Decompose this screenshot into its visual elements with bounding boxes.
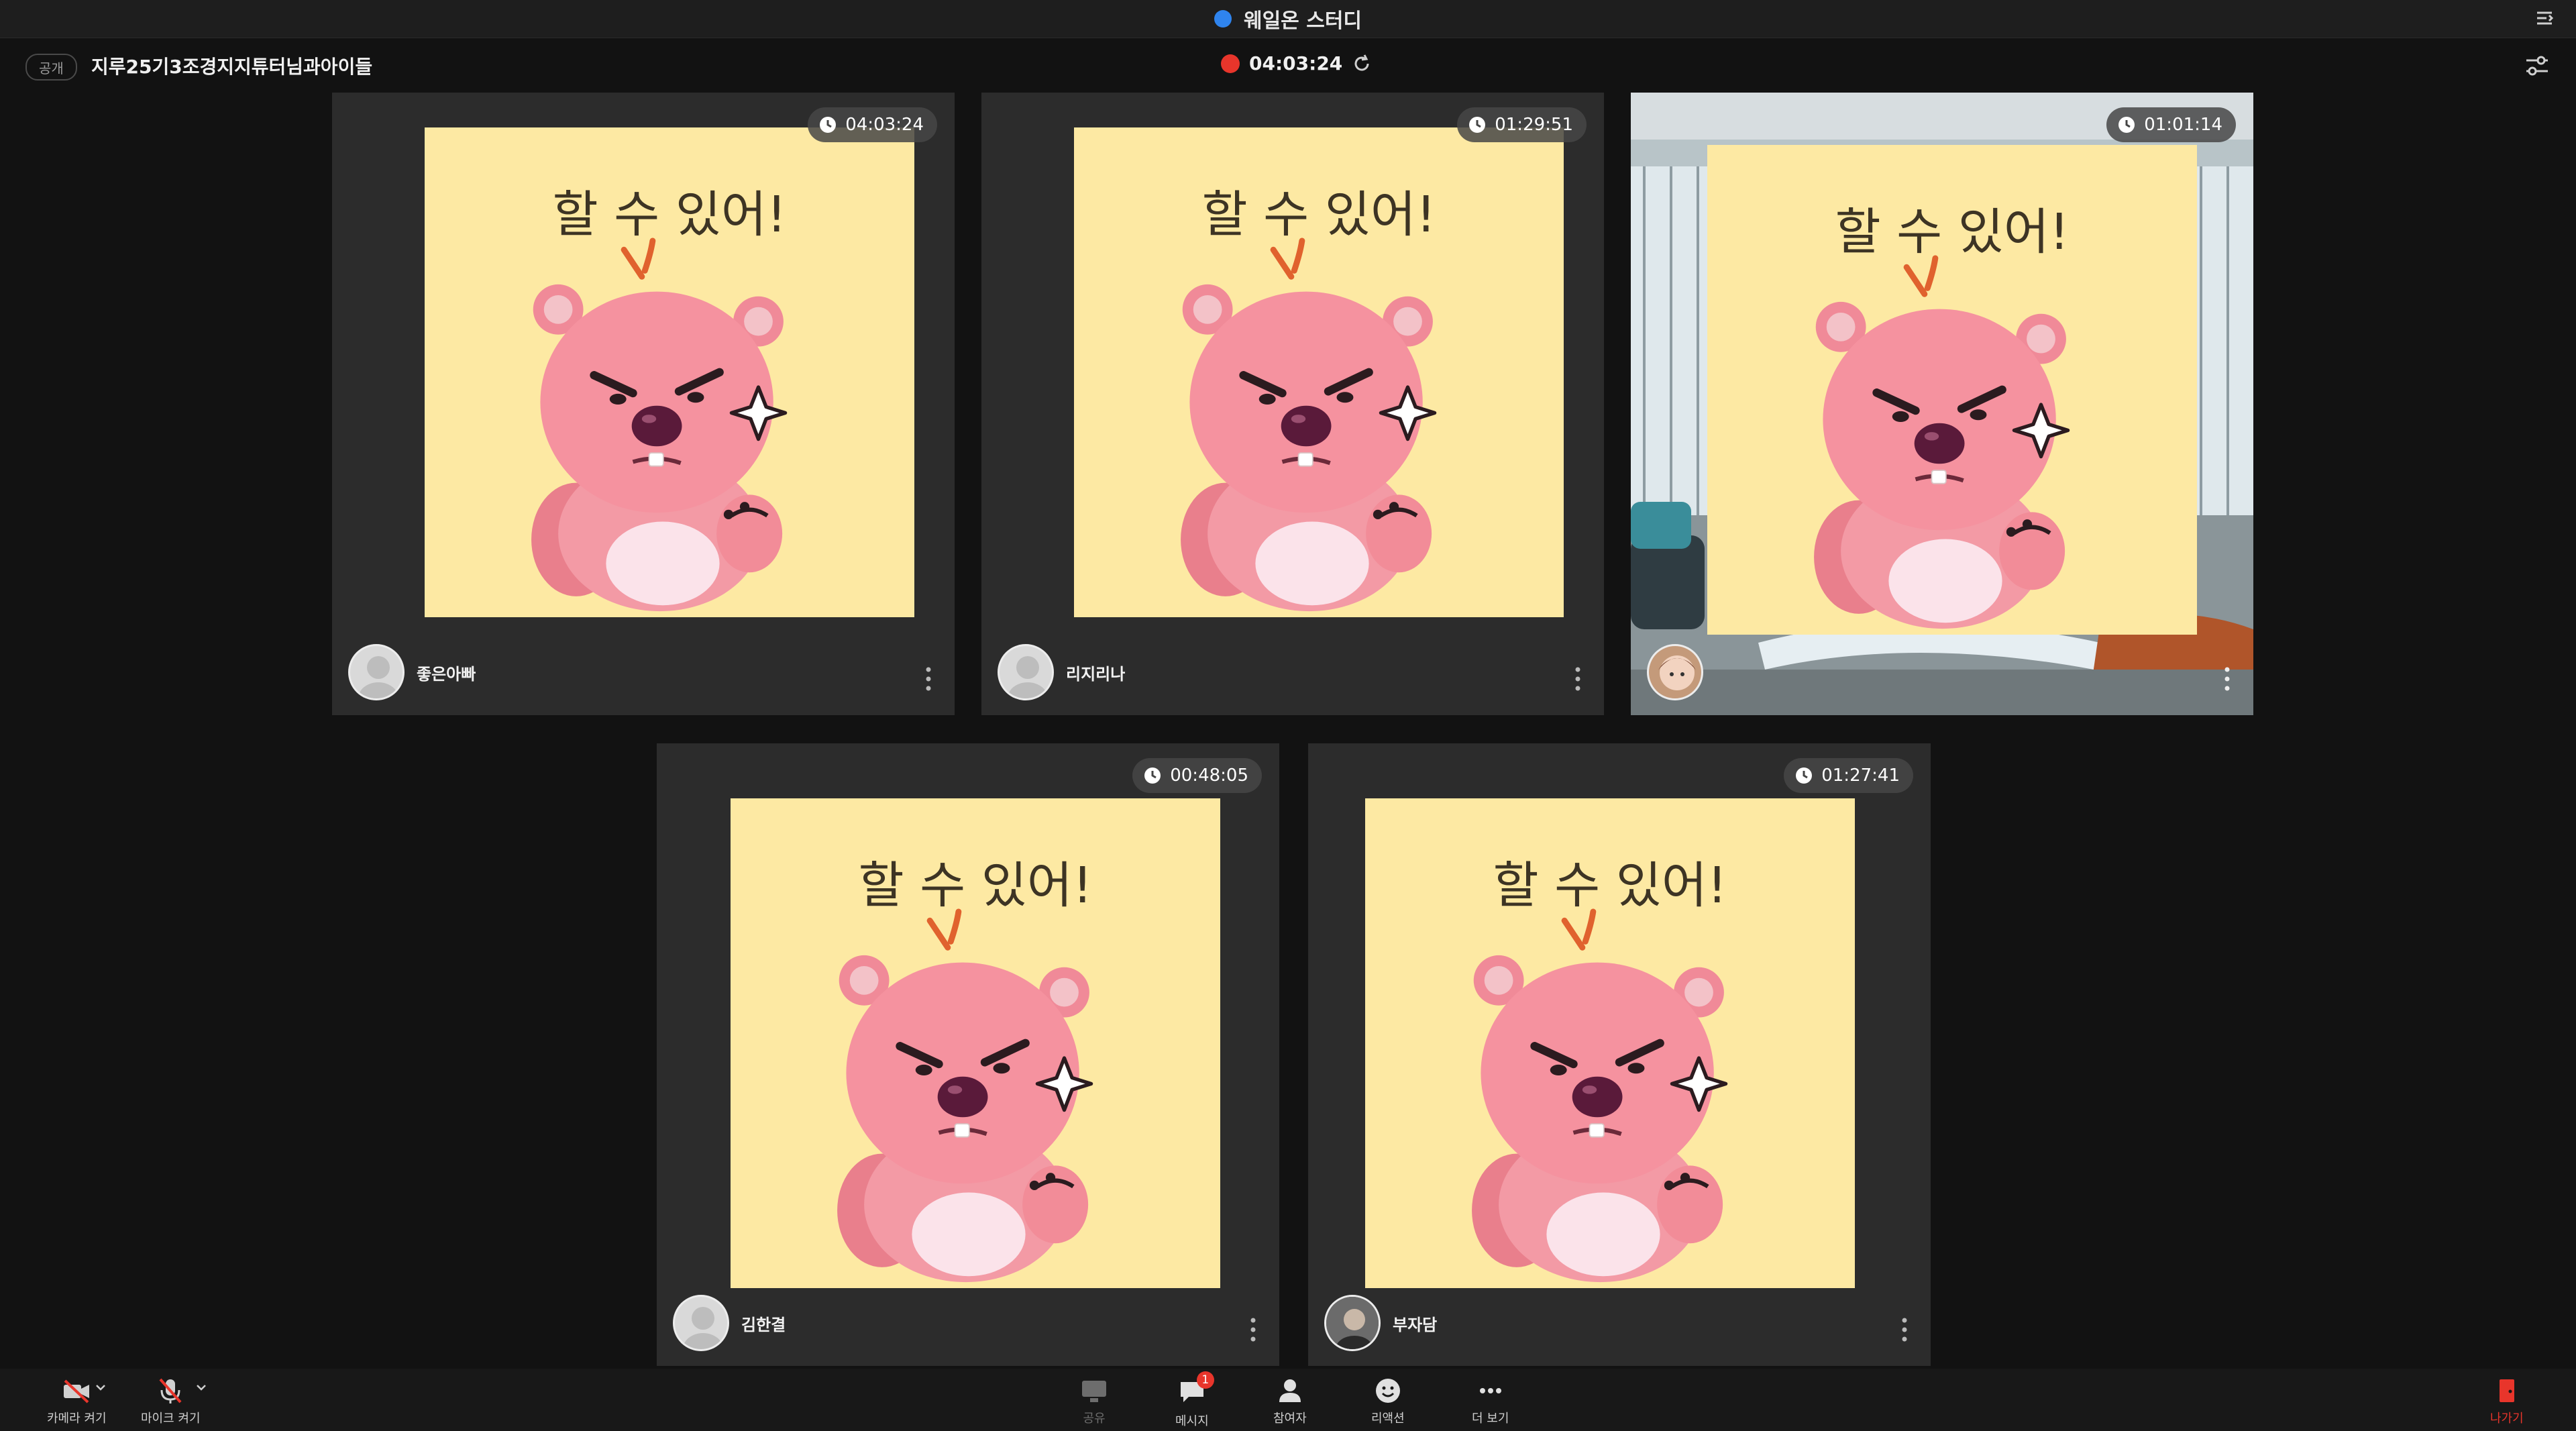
- more-options-icon[interactable]: [1574, 666, 1581, 692]
- default-avatar-icon: [1008, 656, 1048, 698]
- share-label: 공유: [1083, 1412, 1106, 1426]
- window-titlebar: 웨일온 스터디: [0, 0, 2576, 38]
- ellipsis-icon: [1479, 1388, 1501, 1393]
- meeting-header: 공개 지루25기3조경지지튜터님과아이들 04:03:24: [0, 38, 2576, 91]
- camera-off-icon: [64, 1379, 90, 1403]
- participant-info: 부자담: [1324, 1295, 1437, 1351]
- avatar: [673, 1295, 729, 1351]
- whale-on-logo-icon: [1214, 10, 1232, 28]
- photo-avatar-icon: [1326, 1297, 1379, 1349]
- message-button[interactable]: 1 메시지: [1175, 1371, 1214, 1429]
- participant-info: 김한결: [673, 1295, 786, 1351]
- participant-name: 부자담: [1393, 1315, 1438, 1334]
- participants-label: 참여자: [1273, 1412, 1307, 1426]
- avatar: [1324, 1295, 1381, 1351]
- mic-button[interactable]: 마이크 켜기: [141, 1375, 201, 1426]
- participant-name: 김한결: [741, 1315, 786, 1334]
- angry-beaver-sticker-icon: [505, 235, 820, 617]
- share-button[interactable]: 공유: [1079, 1375, 1110, 1426]
- sticker-image: 할 수 있어!: [425, 127, 914, 617]
- exit-door-icon: [2499, 1379, 2514, 1402]
- participants-button[interactable]: 참여자: [1273, 1375, 1307, 1426]
- angry-beaver-sticker-icon: [1788, 252, 2103, 635]
- room-title: 지루25기3조경지지튜터님과아이들: [91, 56, 373, 78]
- avatar: [1647, 644, 1703, 700]
- recording-status: 04:03:24: [1221, 52, 1372, 74]
- more-button[interactable]: 더 보기: [1472, 1375, 1509, 1426]
- window-title: 웨일온 스터디: [1243, 9, 1362, 33]
- visibility-badge: 공개: [25, 54, 77, 81]
- reaction-button[interactable]: 리액션: [1371, 1375, 1405, 1426]
- participant-info: 리지리나: [998, 644, 1125, 700]
- clock-icon: [820, 117, 837, 133]
- timer-text: 01:29:51: [1495, 115, 1573, 135]
- clock-icon: [2118, 117, 2135, 133]
- leave-label: 나가기: [2490, 1412, 2524, 1426]
- unread-badge: 1: [1196, 1371, 1214, 1389]
- leave-button[interactable]: 나가기: [2490, 1375, 2524, 1426]
- refresh-icon[interactable]: [1352, 54, 1372, 74]
- clock-icon: [1144, 767, 1161, 784]
- smile-icon: [1375, 1379, 1400, 1403]
- participant-name: 좋은아빠: [417, 664, 476, 684]
- participant-tile[interactable]: 할 수 있어! 01:29:51 리지리나: [981, 93, 1604, 715]
- timer-text: 00:48:05: [1170, 765, 1248, 786]
- meeting-toolbar: 카메라 켜기 마이크 켜기 공유 1 메시지 참여자 리액션 더 보기 나가기: [0, 1369, 2576, 1431]
- sticker-image: 할 수 있어!: [1074, 127, 1564, 617]
- avatar: [348, 644, 405, 700]
- participation-timer: 01:01:14: [2106, 107, 2236, 142]
- camera-label: 카메라 켜기: [47, 1412, 107, 1426]
- mic-off-icon: [159, 1378, 182, 1403]
- participation-timer: 04:03:24: [808, 107, 937, 142]
- message-label: 메시지: [1175, 1414, 1209, 1428]
- participant-info: [1647, 644, 1715, 700]
- more-options-icon[interactable]: [2224, 666, 2231, 692]
- mic-chevron-down-icon[interactable]: [195, 1381, 208, 1394]
- camera-chevron-down-icon[interactable]: [94, 1381, 107, 1394]
- record-icon: [1221, 54, 1240, 73]
- participant-tile[interactable]: 할 수 있어! 00:48:05 김한결: [657, 743, 1279, 1366]
- participant-tile[interactable]: 할 수 있어! 01:27:41 부자담: [1308, 743, 1931, 1366]
- recording-time: 04:03:24: [1249, 52, 1343, 74]
- sticker-image: 할 수 있어!: [731, 798, 1220, 1288]
- layout-toggle-icon[interactable]: [2533, 7, 2556, 30]
- angry-beaver-sticker-icon: [811, 906, 1126, 1288]
- angry-beaver-sticker-icon: [1155, 235, 1470, 617]
- clock-icon: [1796, 767, 1813, 784]
- settings-sliders-icon[interactable]: [2522, 51, 2552, 81]
- more-options-icon[interactable]: [1901, 1316, 1908, 1343]
- more-options-icon[interactable]: [1250, 1316, 1256, 1343]
- screen-share-icon: [1082, 1381, 1106, 1402]
- timer-text: 01:01:14: [2144, 115, 2222, 135]
- more-label: 더 보기: [1472, 1412, 1509, 1426]
- participation-timer: 00:48:05: [1132, 758, 1262, 793]
- clock-icon: [1469, 117, 1486, 133]
- mic-label: 마이크 켜기: [141, 1412, 201, 1426]
- participant-info: 좋은아빠: [348, 644, 476, 700]
- participant-tile[interactable]: 할 수 있어! 01:01:14: [1631, 93, 2253, 715]
- sticker-image: 할 수 있어!: [1707, 145, 2197, 635]
- timer-text: 04:03:24: [845, 115, 924, 135]
- participant-tile[interactable]: 할 수 있어! 04:03:24 좋은아빠: [332, 93, 955, 715]
- person-icon: [1279, 1379, 1301, 1402]
- avatar: [998, 644, 1054, 700]
- sticker-image: 할 수 있어!: [1365, 798, 1855, 1288]
- participation-timer: 01:29:51: [1457, 107, 1587, 142]
- more-options-icon[interactable]: [925, 666, 932, 692]
- angry-beaver-sticker-icon: [1446, 906, 1761, 1288]
- timer-text: 01:27:41: [1821, 765, 1900, 786]
- default-avatar-icon: [358, 656, 398, 698]
- reaction-label: 리액션: [1371, 1412, 1405, 1426]
- character-avatar-icon: [1658, 655, 1696, 690]
- participant-name: 리지리나: [1066, 664, 1126, 684]
- participation-timer: 01:27:41: [1784, 758, 1913, 793]
- default-avatar-icon: [683, 1307, 723, 1349]
